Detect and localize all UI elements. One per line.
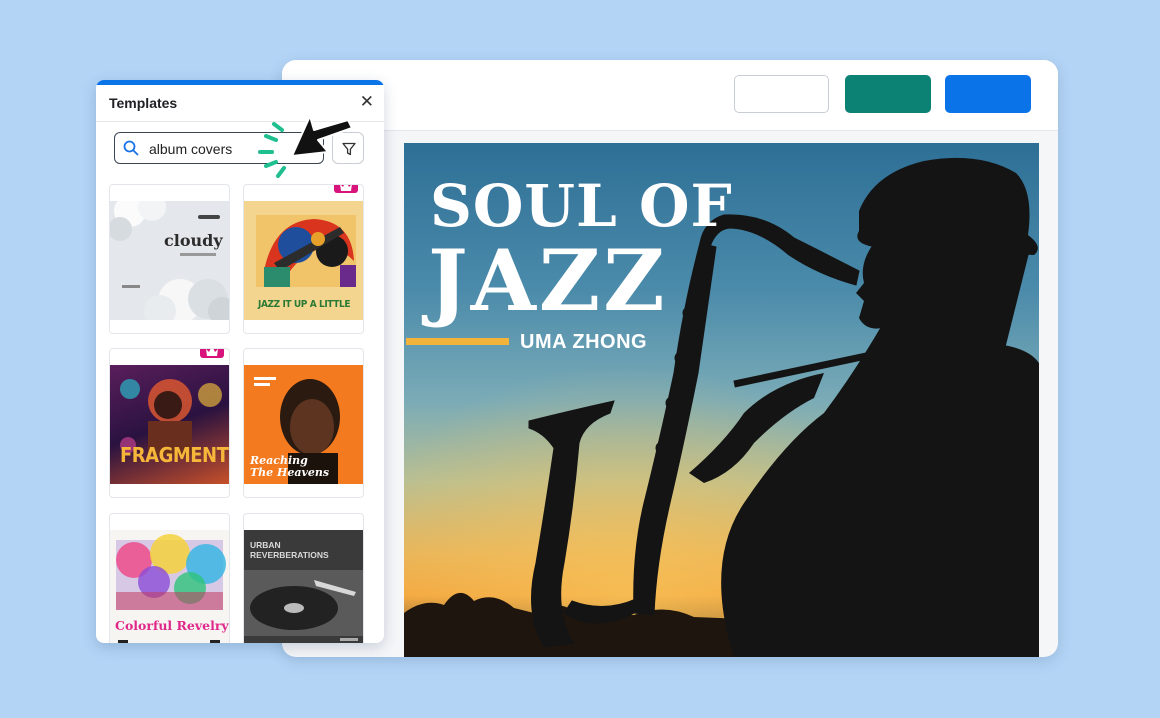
toolbar-button-primary[interactable] [945, 75, 1031, 113]
click-indicator [258, 115, 353, 178]
template-card-urban[interactable]: URBAN REVERBERATIONS [243, 513, 364, 643]
canvas-title-line1[interactable]: SOUL OF [430, 177, 733, 235]
template-card-reaching[interactable]: Reaching The Heavens [243, 348, 364, 498]
canvas-author[interactable]: UMA ZHONG [520, 331, 647, 354]
premium-badge [200, 349, 224, 358]
template-card-title: Colorful Revelry [115, 618, 229, 633]
template-card-jazz[interactable]: JAZZ IT UP A LITTLE [243, 184, 364, 334]
canvas-title-line2[interactable]: JAZZ [428, 239, 668, 323]
template-thumbnail: JAZZ IT UP A LITTLE [244, 201, 363, 320]
editor-toolbar [282, 60, 1058, 131]
click-burst-icon [258, 122, 286, 178]
crown-icon [206, 349, 218, 356]
template-card-cloudy[interactable]: cloudy [109, 184, 230, 334]
template-card-title: FRAGMENTS [120, 443, 229, 467]
panel-title: Templates [109, 95, 178, 111]
template-card-fragments[interactable]: FRAGMENTS [109, 348, 230, 498]
template-thumbnail: FRAGMENTS [110, 365, 229, 484]
template-thumbnail: URBAN REVERBERATIONS [244, 530, 363, 643]
design-canvas[interactable]: SOUL OF JAZZ UMA ZHONG [404, 143, 1039, 657]
template-thumbnail: cloudy [110, 201, 229, 320]
toolbar-button-secondary[interactable] [734, 75, 829, 113]
template-card-title: JAZZ IT UP A LITTLE [258, 299, 351, 310]
toolbar-button-teal[interactable] [845, 75, 931, 113]
template-card-colorful[interactable]: Colorful Revelry [109, 513, 230, 643]
close-icon[interactable]: ✕ [360, 92, 374, 112]
template-thumbnail: Reaching The Heavens [244, 365, 363, 484]
template-card-title: Reaching The Heavens [250, 454, 330, 479]
canvas-accent-line[interactable] [406, 338, 509, 345]
template-thumbnail: Colorful Revelry [110, 530, 229, 643]
search-icon [123, 140, 139, 156]
cursor-arrow-icon [291, 115, 353, 157]
template-card-title: URBAN REVERBERATIONS [250, 540, 329, 560]
template-card-title: cloudy [164, 231, 223, 250]
